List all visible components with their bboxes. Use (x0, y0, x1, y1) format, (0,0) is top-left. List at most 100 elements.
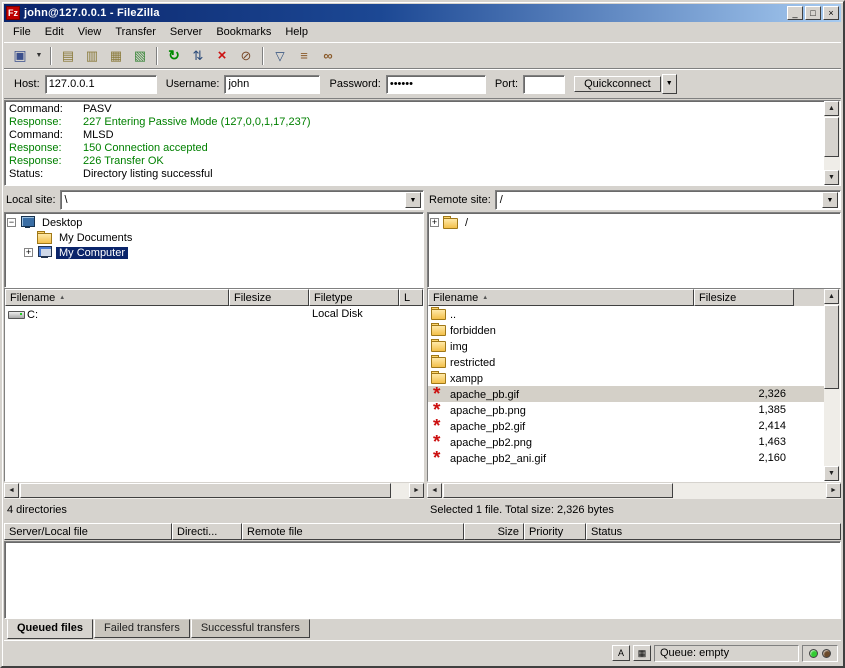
transfer-queue-list[interactable] (4, 541, 841, 619)
menu-item[interactable]: Server (163, 24, 209, 40)
local-directory-tree[interactable]: − Desktop My Documents + My Computer (4, 212, 424, 288)
scrollbar-track[interactable] (824, 304, 840, 466)
keyboard-indicator-icon[interactable]: ▦ (633, 645, 651, 661)
file-row[interactable]: apache_pb2.png 1,463 (428, 434, 824, 450)
file-row[interactable]: .. (428, 306, 824, 322)
scrollbar-track[interactable] (19, 483, 409, 499)
disconnect-button[interactable]: ⊘ (235, 46, 257, 66)
file-row[interactable]: apache_pb.gif 2,326 (428, 386, 824, 402)
log-scrollbar[interactable]: ▲ ▼ (824, 101, 840, 185)
title-bar[interactable]: Fz john@127.0.0.1 - FileZilla _ □ × (4, 4, 841, 22)
directory-comparison-button[interactable]: ≡ (293, 46, 315, 66)
column-header[interactable]: Filename ▲ (5, 289, 229, 306)
tree-item[interactable]: + / (430, 215, 838, 230)
file-row[interactable]: apache_pb.png 1,385 (428, 402, 824, 418)
scroll-right-button[interactable]: ► (409, 483, 424, 498)
scrollbar-thumb[interactable] (824, 117, 839, 157)
queue-splitter[interactable] (4, 519, 841, 522)
process-queue-button[interactable]: ⇅ (187, 46, 209, 66)
tree-item[interactable]: − Desktop (7, 215, 421, 230)
column-header[interactable]: Priority (524, 523, 586, 540)
local-site-combobox[interactable]: \ ▼ (60, 190, 424, 210)
scroll-up-button[interactable]: ▲ (824, 101, 839, 116)
tree-item-label[interactable]: Desktop (39, 217, 85, 229)
scroll-down-button[interactable]: ▼ (824, 170, 839, 185)
column-header[interactable]: Directi... (172, 523, 242, 540)
filter-button[interactable]: ▽ (269, 46, 291, 66)
menu-item[interactable]: Edit (38, 24, 71, 40)
find-files-button[interactable]: ∞ (317, 46, 339, 66)
file-row[interactable]: xampp (428, 370, 824, 386)
column-header[interactable]: Size (464, 523, 524, 540)
menu-item[interactable]: Bookmarks (209, 24, 278, 40)
cancel-operation-button[interactable]: × (211, 46, 233, 66)
column-header[interactable]: Filesize (229, 289, 309, 306)
ascii-mode-icon[interactable]: A (612, 645, 630, 661)
scroll-left-button[interactable]: ◄ (427, 483, 442, 498)
file-row[interactable]: apache_pb2_ani.gif 2,160 (428, 450, 824, 466)
quickconnect-dropdown[interactable]: ▼ (662, 74, 677, 94)
scroll-down-button[interactable]: ▼ (824, 466, 839, 481)
file-row[interactable]: restricted (428, 354, 824, 370)
remote-vertical-scrollbar[interactable]: ▲ ▼ (824, 289, 840, 481)
menu-item[interactable]: File (6, 24, 38, 40)
tree-expander-icon[interactable]: − (7, 218, 16, 227)
close-button[interactable]: × (823, 6, 839, 20)
menu-item[interactable]: View (71, 24, 109, 40)
combobox-dropdown-icon[interactable]: ▼ (822, 192, 838, 208)
scrollbar-track[interactable] (824, 116, 840, 170)
tree-item-label[interactable]: / (462, 217, 471, 229)
toggle-local-tree-button[interactable]: ▥ (81, 46, 103, 66)
username-input[interactable] (224, 75, 320, 94)
quickconnect-button[interactable]: Quickconnect (574, 76, 661, 92)
queue-tab[interactable]: Failed transfers (94, 619, 190, 638)
message-log-lines[interactable]: Command:PASV Response:227 Entering Passi… (5, 101, 824, 185)
scrollbar-track[interactable] (442, 483, 826, 499)
column-header[interactable]: Status (586, 523, 841, 540)
port-input[interactable] (523, 75, 565, 94)
refresh-button[interactable]: ↻ (163, 46, 185, 66)
tree-item-label[interactable]: My Documents (56, 232, 135, 244)
column-header[interactable]: L (399, 289, 423, 306)
remote-horizontal-scrollbar[interactable]: ◄ ► (427, 483, 841, 499)
scroll-left-button[interactable]: ◄ (4, 483, 19, 498)
file-row[interactable]: img (428, 338, 824, 354)
toggle-message-log-button[interactable]: ▤ (57, 46, 79, 66)
tree-expander-icon[interactable]: + (24, 248, 33, 257)
tree-expander-icon[interactable]: + (430, 218, 439, 227)
scrollbar-thumb[interactable] (443, 483, 673, 498)
column-header[interactable]: Remote file (242, 523, 464, 540)
minimize-button[interactable]: _ (787, 6, 803, 20)
remote-directory-tree[interactable]: + / (427, 212, 841, 288)
toggle-queue-button[interactable]: ▧ (129, 46, 151, 66)
local-file-list[interactable]: C: Local Disk (5, 306, 423, 481)
host-input[interactable] (45, 75, 157, 94)
password-input[interactable] (386, 75, 486, 94)
scrollbar-thumb[interactable] (824, 305, 839, 389)
remote-site-combobox[interactable]: / ▼ (495, 190, 841, 210)
menu-item[interactable]: Help (278, 24, 315, 40)
tree-item-label[interactable]: My Computer (56, 247, 128, 259)
file-row[interactable]: forbidden (428, 322, 824, 338)
column-header[interactable]: Server/Local file (4, 523, 172, 540)
scroll-up-button[interactable]: ▲ (824, 289, 839, 304)
file-row[interactable]: apache_pb2.gif 2,414 (428, 418, 824, 434)
column-header[interactable]: Filetype (309, 289, 399, 306)
queue-tab[interactable]: Queued files (7, 619, 93, 639)
menu-item[interactable]: Transfer (108, 24, 163, 40)
column-header[interactable]: Filesize (694, 289, 794, 306)
tree-item[interactable]: + My Computer (7, 245, 421, 260)
tree-item[interactable]: My Documents (7, 230, 421, 245)
maximize-button[interactable]: □ (805, 6, 821, 20)
queue-tab[interactable]: Successful transfers (191, 619, 310, 638)
column-header[interactable]: Filename ▲ (428, 289, 694, 306)
site-manager-button[interactable]: ▣ (9, 46, 31, 66)
local-horizontal-scrollbar[interactable]: ◄ ► (4, 483, 424, 499)
file-row[interactable]: C: Local Disk (5, 306, 423, 322)
remote-file-list[interactable]: .. forbidden i (428, 306, 824, 481)
scroll-right-button[interactable]: ► (826, 483, 841, 498)
scrollbar-thumb[interactable] (20, 483, 391, 498)
site-manager-dropdown[interactable]: ▼ (33, 46, 45, 66)
toggle-remote-tree-button[interactable]: ▦ (105, 46, 127, 66)
combobox-dropdown-icon[interactable]: ▼ (405, 192, 421, 208)
